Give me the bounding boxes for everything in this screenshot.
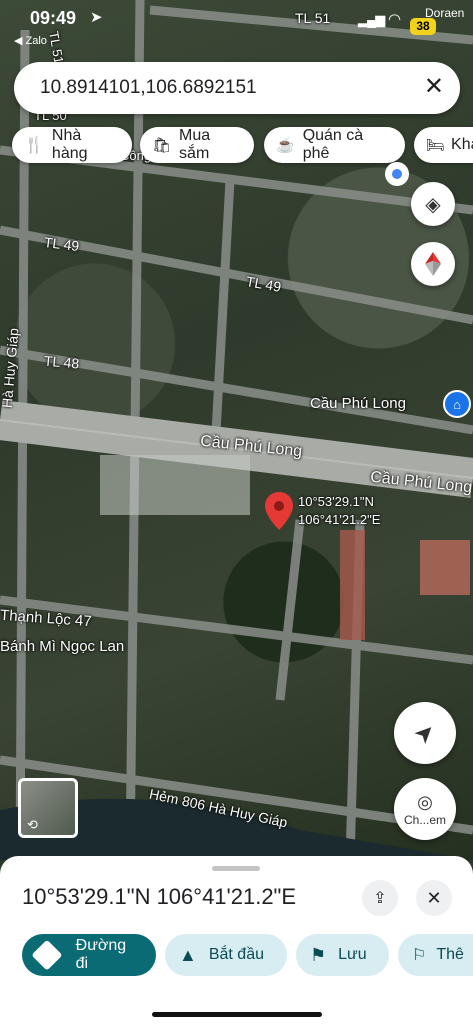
- navigation-arrow-icon: ➤: [408, 716, 442, 750]
- signal-icon: ▂▄▆: [358, 12, 385, 27]
- home-indicator: [152, 1012, 322, 1017]
- search-query[interactable]: 10.8914101,106.6892151: [40, 77, 257, 99]
- chip-restaurants[interactable]: 🍴 Nhà hàng: [12, 127, 132, 163]
- save-button[interactable]: ⚑ Lưu: [296, 934, 389, 976]
- navigation-arrow-icon: ▲: [179, 944, 197, 965]
- search-bar[interactable]: 10.8914101,106.6892151 ✕: [14, 62, 460, 114]
- clock: 09:49: [30, 8, 77, 28]
- directions-icon: [31, 939, 63, 971]
- chip-label: Nhà hàng: [51, 127, 88, 162]
- status-bar: 09:49 ➤ ◀ Zalo ▂▄▆ ◠ 38 Doraen: [0, 6, 473, 47]
- drag-handle[interactable]: [212, 866, 260, 871]
- place-coordinates: 10°53'29.1"N 106°41'21.2"E: [22, 884, 297, 909]
- save-label: Lưu: [338, 946, 367, 963]
- flag-icon: ⚐: [412, 947, 427, 964]
- pin-latitude-label: 10°53'29.1"N: [298, 494, 374, 509]
- back-to-app[interactable]: ◀ Zalo: [14, 34, 47, 47]
- close-sheet-button[interactable]: ✕: [416, 880, 452, 916]
- fork-knife-icon: 🍴: [24, 137, 44, 154]
- chip-label: Mua sắm: [179, 127, 211, 162]
- chip-label: Quán cà phê: [302, 127, 364, 162]
- coffee-cup-icon: ☕: [276, 137, 295, 154]
- pin-longitude-label: 106°41'21.2"E: [298, 512, 381, 527]
- camera-button-label: Ch...em: [403, 812, 446, 827]
- start-button[interactable]: ▲ Bắt đầu: [165, 934, 287, 976]
- share-icon: ⇪: [373, 890, 387, 907]
- shopping-bag-icon: 🛍: [152, 137, 172, 154]
- lens-camera-button[interactable]: ◎ Ch...em: [394, 778, 456, 840]
- poi-label-banh-mi[interactable]: Bánh Mì Ngọc Lan: [0, 638, 124, 655]
- directions-label: Đường đi: [75, 937, 127, 972]
- my-location-button[interactable]: ➤: [394, 702, 456, 764]
- start-label: Bắt đầu: [208, 946, 264, 963]
- bookmark-icon: ⚑: [310, 944, 327, 965]
- chip-hotels[interactable]: 🛏 Khá: [414, 127, 473, 163]
- more-action-label: Thê: [436, 946, 464, 963]
- carrier-label: Doraen: [425, 6, 465, 20]
- directions-button[interactable]: Đường đi: [22, 934, 156, 976]
- layers-icon: ◈: [425, 193, 441, 216]
- chip-label: Khá: [451, 136, 473, 153]
- road-label: TL 48: [43, 352, 80, 372]
- my-location-dot-icon: [385, 162, 409, 186]
- camera-icon: ◎: [417, 791, 433, 812]
- compass-icon: [425, 252, 441, 276]
- bridge-poi-icon[interactable]: ⌂: [443, 390, 471, 418]
- compass-button[interactable]: [411, 242, 455, 286]
- share-button[interactable]: ⇪: [362, 880, 398, 916]
- rotate-360-icon: ⟲: [27, 817, 38, 832]
- location-pin-icon[interactable]: [264, 492, 294, 530]
- back-app-label: Zalo: [25, 35, 47, 47]
- more-action-button[interactable]: ⚐ Thê: [398, 934, 473, 976]
- poi-label-cau-phu-long[interactable]: Cầu Phú Long: [310, 395, 406, 412]
- layers-button[interactable]: ◈: [411, 182, 455, 226]
- bed-icon: 🛏: [426, 137, 446, 154]
- location-arrow-icon: ➤: [90, 9, 103, 26]
- close-icon[interactable]: ✕: [424, 72, 444, 101]
- street-view-thumbnail[interactable]: ⟲: [18, 778, 78, 838]
- battery-icon: 38: [410, 18, 436, 35]
- chip-coffee[interactable]: ☕ Quán cà phê: [264, 127, 405, 163]
- close-icon: ✕: [426, 887, 442, 908]
- chip-shopping[interactable]: 🛍 Mua sắm: [140, 127, 254, 163]
- wifi-icon: ◠: [388, 11, 402, 28]
